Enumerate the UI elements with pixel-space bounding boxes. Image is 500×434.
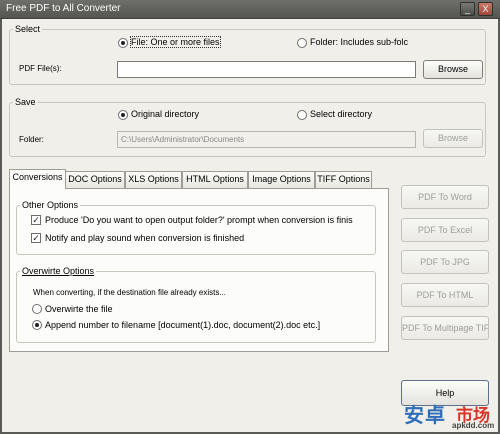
original-directory-radio[interactable]	[118, 110, 128, 120]
append-number-radio[interactable]	[32, 320, 42, 330]
pdf-files-input[interactable]	[117, 61, 416, 78]
tab-image-options[interactable]: Image Options	[248, 171, 315, 188]
file-radio[interactable]	[118, 38, 128, 48]
browse-folder-button: Browse	[423, 129, 483, 148]
overwrite-description: When converting, if the destination file…	[33, 288, 226, 297]
tab-xls-options[interactable]: XLS Options	[125, 171, 182, 188]
watermark-text-blue: 安卓	[404, 405, 446, 427]
original-directory-label[interactable]: Original directory	[131, 109, 199, 119]
tab-conversions[interactable]: Conversions	[9, 169, 66, 189]
watermark-url: apkdd.com	[452, 421, 495, 430]
folder-input: C:\Users\Administrator\Documents	[117, 131, 416, 148]
save-group-title: Save	[13, 97, 38, 107]
tab-doc-options[interactable]: DOC Options	[65, 171, 125, 188]
overwrite-file-label[interactable]: Overwirte the file	[45, 304, 113, 314]
folder-radio[interactable]	[297, 38, 307, 48]
tab-tiff-options[interactable]: TIFF Options	[315, 171, 372, 188]
title-bar: Free PDF to All Converter _ X	[0, 0, 500, 19]
select-directory-label[interactable]: Select directory	[310, 109, 372, 119]
pdf-to-jpg-button[interactable]: PDF To JPG	[401, 250, 489, 274]
pdf-to-tiff-button[interactable]: PDF To Multipage TIFF	[401, 316, 489, 340]
pdf-to-html-button[interactable]: PDF To HTML	[401, 283, 489, 307]
folder-label: Folder:	[19, 135, 44, 144]
save-group	[9, 102, 486, 157]
notify-checkbox[interactable]: ✓	[31, 233, 41, 243]
overwrite-options-title: Overwirte Options	[20, 266, 97, 276]
select-directory-radio[interactable]	[297, 110, 307, 120]
pdf-to-word-button[interactable]: PDF To Word	[401, 185, 489, 209]
overwrite-file-radio[interactable]	[32, 304, 42, 314]
folder-radio-label[interactable]: Folder: Includes sub-folc	[310, 37, 408, 47]
file-radio-label[interactable]: File: One or more files	[130, 36, 221, 48]
window-title: Free PDF to All Converter	[6, 3, 121, 14]
prompt-checkbox[interactable]: ✓	[31, 215, 41, 225]
browse-files-button[interactable]: Browse	[423, 60, 483, 79]
other-options-title: Other Options	[20, 200, 81, 210]
minimize-button[interactable]: _	[460, 2, 475, 16]
append-number-label[interactable]: Append number to filename [document(1).d…	[45, 320, 320, 330]
select-group-title: Select	[13, 24, 43, 34]
prompt-checkbox-label[interactable]: Produce 'Do you want to open output fold…	[45, 215, 357, 225]
other-options-group	[16, 205, 376, 255]
notify-checkbox-label[interactable]: Notify and play sound when conversion is…	[45, 233, 244, 243]
pdf-files-label: PDF File(s):	[19, 64, 62, 73]
watermark-logo: 安卓 市场 apkdd.com	[404, 401, 498, 431]
close-button[interactable]: X	[478, 2, 493, 16]
pdf-to-excel-button[interactable]: PDF To Excel	[401, 218, 489, 242]
tab-html-options[interactable]: HTML Options	[182, 171, 248, 188]
